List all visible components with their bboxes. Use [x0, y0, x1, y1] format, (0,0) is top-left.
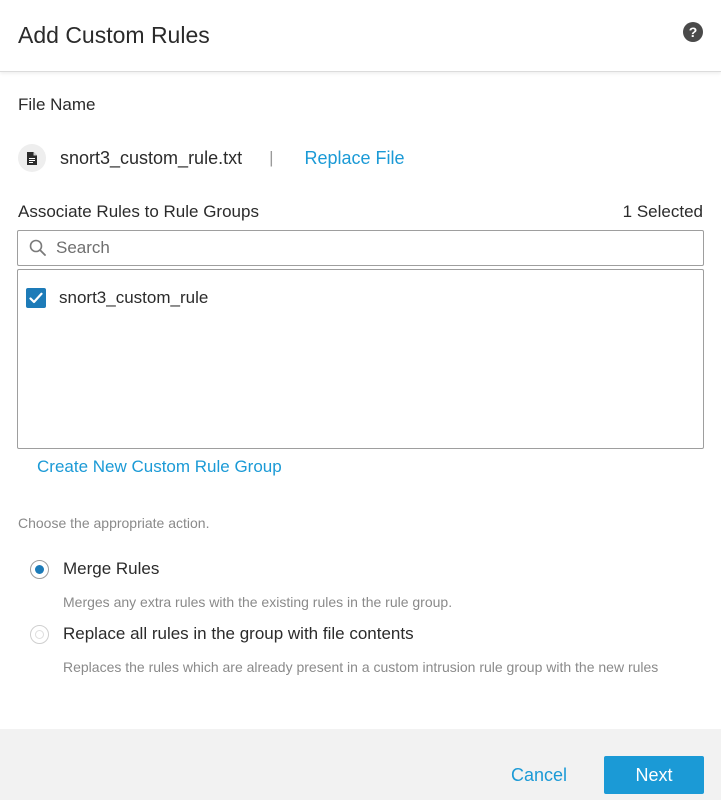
question-circle-icon[interactable]: ?	[683, 22, 703, 42]
cancel-button[interactable]: Cancel	[511, 765, 567, 786]
create-new-custom-rule-group-link[interactable]: Create New Custom Rule Group	[37, 457, 282, 477]
radio-description: Merges any extra rules with the existing…	[63, 594, 453, 610]
radio-replace-rules[interactable]: Replace all rules in the group with file…	[30, 624, 414, 644]
file-name-value: snort3_custom_rule.txt	[60, 147, 243, 168]
replace-file-link[interactable]: Replace File	[305, 148, 405, 169]
check-icon	[29, 292, 43, 304]
file-name-label: File Name	[18, 95, 96, 114]
search-box[interactable]	[17, 230, 704, 266]
file-row: snort3_custom_rule.txt | Replace File	[18, 142, 405, 174]
radio-description: Replaces the rules which are already pre…	[63, 659, 659, 675]
search-input[interactable]	[56, 238, 656, 258]
selected-count: 1 Selected	[622, 202, 703, 221]
search-icon	[29, 239, 46, 256]
dialog-header: Add Custom Rules ?	[0, 0, 721, 72]
dialog-title: Add Custom Rules	[18, 22, 210, 48]
list-item[interactable]: snort3_custom_rule	[26, 288, 208, 308]
radio-selected-icon[interactable]	[30, 559, 49, 579]
file-icon	[18, 144, 46, 172]
radio-label: Replace all rules in the group with file…	[63, 624, 414, 643]
separator: |	[269, 148, 274, 167]
next-button[interactable]: Next	[604, 756, 704, 794]
radio-label: Merge Rules	[63, 559, 160, 578]
list-item-label: snort3_custom_rule	[59, 288, 209, 307]
rule-group-list: snort3_custom_rule	[17, 269, 704, 449]
radio-unselected-icon[interactable]	[30, 624, 49, 644]
associate-rules-label: Associate Rules to Rule Groups	[18, 202, 259, 221]
dialog-footer: Cancel Next	[0, 729, 721, 800]
action-prompt: Choose the appropriate action.	[18, 515, 210, 531]
radio-merge-rules[interactable]: Merge Rules	[30, 559, 159, 579]
checkbox-checked[interactable]	[26, 288, 46, 308]
